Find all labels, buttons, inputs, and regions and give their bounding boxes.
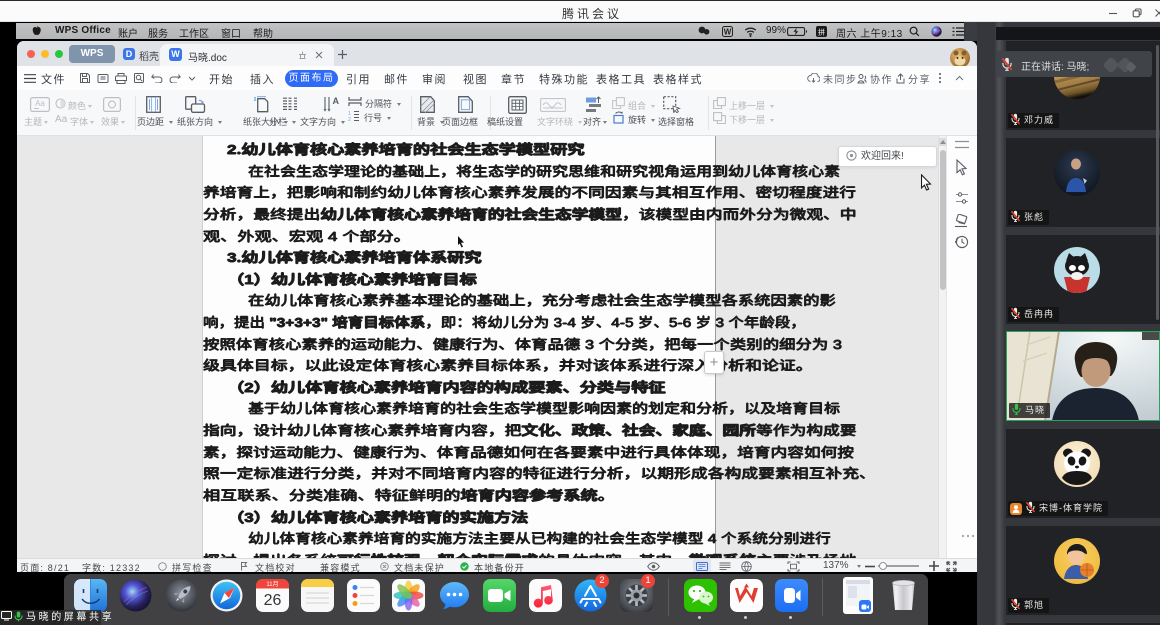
svg-text:拼: 拼: [818, 27, 825, 36]
svg-text:26: 26: [263, 592, 281, 609]
svg-text:11月: 11月: [266, 581, 278, 588]
svg-text:W: W: [724, 27, 732, 36]
svg-text:2: 2: [348, 117, 351, 122]
svg-text:A: A: [333, 96, 340, 106]
svg-text:Aa: Aa: [35, 99, 45, 108]
